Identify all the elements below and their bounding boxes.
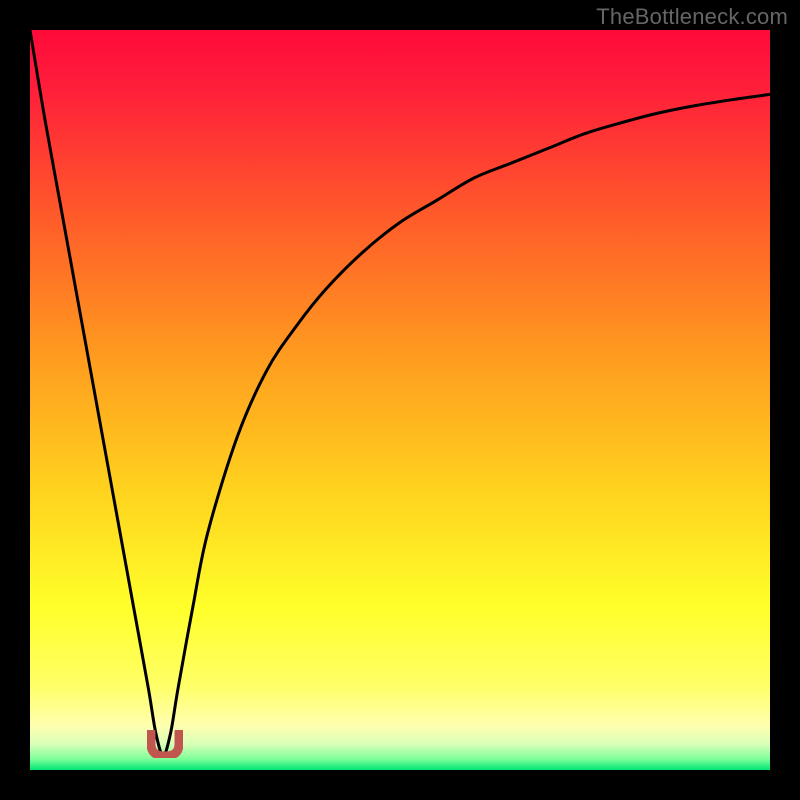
- chart-plot-area: [30, 30, 770, 770]
- optimal-point-marker: [147, 730, 183, 758]
- bottleneck-curve: [30, 30, 770, 770]
- attribution-text: TheBottleneck.com: [596, 4, 788, 30]
